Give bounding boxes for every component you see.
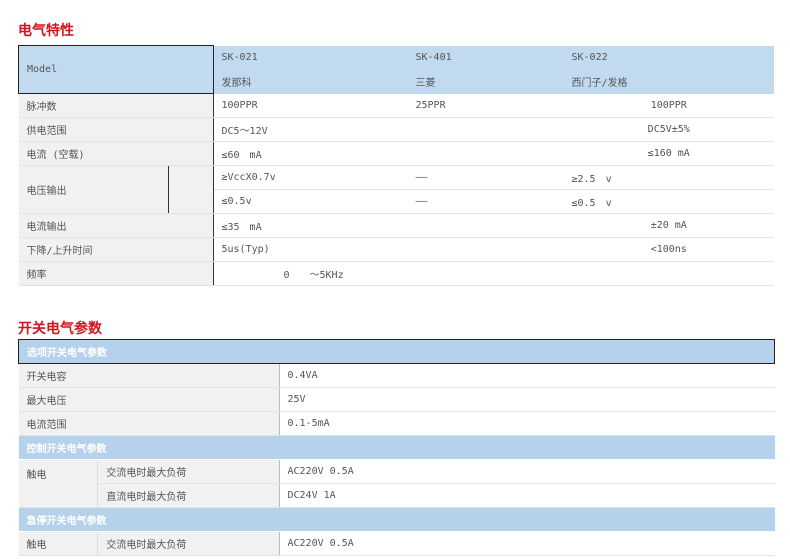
table-row: 电压输出 ≥VccX0.7v —— ≥2.5 v (18, 165, 774, 214)
cell-value: ±20 mA (563, 213, 774, 238)
table-row: 控制开关电气参数 (18, 435, 775, 460)
cell-value: ≥2.5 v (563, 165, 774, 190)
table-row: 开关电容 0.4VA (18, 363, 775, 388)
row-label: 触电 (18, 459, 99, 508)
model-code: SK-401 (407, 45, 564, 70)
cell-value: ≤0.5 v (563, 189, 774, 214)
electrical-spec-table: Model SK-021 SK-401 SK-022 发那科 三菱 西门子/发格… (18, 45, 774, 286)
cell-value: 100PPR (213, 93, 408, 118)
cell-value: 25V (279, 387, 775, 412)
cell-value: ≤60 mA (213, 141, 564, 166)
cell-value: ≥VccX0.7v (213, 165, 408, 190)
cell-value: DC24V 1A (279, 483, 775, 508)
row-label: 电流 (空载) (18, 141, 214, 166)
cell-value: —— (407, 189, 564, 214)
table-row: 下降/上升时间 5us(Typ) <100ns (18, 237, 774, 262)
section-header: 急停开关电气参数 (18, 507, 775, 532)
model-code: SK-022 (563, 45, 774, 70)
table-row: 频率 0 ～5KHz (18, 261, 774, 286)
table-row: 脉冲数 100PPR 25PPR 100PPR (18, 93, 774, 118)
row-label: 开关电容 (18, 363, 280, 388)
cell-value: <100ns (563, 237, 774, 262)
table-row: 直流电时最大负荷 DC24V 1A (19, 483, 775, 508)
cell-value: ≤35 mA (213, 213, 564, 238)
row-label: 交流电时最大负荷 (97, 531, 280, 556)
label-spacer (168, 165, 213, 213)
table-row: 电流输出 ≤35 mA ±20 mA (18, 213, 774, 238)
table-row: 急停开关电气参数 (18, 507, 775, 532)
row-label: 最大电压 (18, 387, 280, 412)
cell-value: DC5V±5% (563, 117, 774, 142)
cell-value: —— (407, 165, 564, 190)
cell-value: 0.4VA (279, 363, 775, 388)
cell-value: AC220V 0.5A (279, 531, 775, 556)
table-row: Model SK-021 SK-401 SK-022 (18, 45, 774, 94)
row-label: 电流范围 (18, 411, 280, 436)
row-label: 电流输出 (18, 213, 214, 238)
section-title-electrical: 电气特性 (18, 23, 74, 39)
row-label: 频率 (18, 261, 214, 286)
nested-label: 电压输出 (18, 165, 213, 213)
model-code: SK-021 (213, 45, 408, 70)
row-label: 交流电时最大负荷 (97, 459, 280, 484)
row-label: 脉冲数 (18, 93, 214, 118)
table-row: 电流 (空载) ≤60 mA ≤160 mA (18, 141, 774, 166)
cell-value: DC5～12V (213, 117, 564, 142)
section-header: 选项开关电气参数 (18, 339, 775, 364)
table-row: 触电 交流电时最大负荷 AC220V 0.5A (18, 531, 775, 556)
cell-value: 100PPR (563, 93, 774, 118)
cell-value: 0.1-5mA (279, 411, 775, 436)
row-label: 电压输出 (18, 165, 169, 213)
table-row: 供电范围 DC5～12V DC5V±5% (18, 117, 774, 142)
cell-value: 0 ～5KHz (213, 261, 774, 286)
table-row: 触电 交流电时最大负荷 AC220V 0.5A (18, 459, 775, 508)
model-header: Model (18, 45, 214, 94)
model-brand: 发那科 (213, 69, 408, 94)
section-header: 控制开关电气参数 (18, 435, 775, 460)
cell-value: AC220V 0.5A (279, 459, 775, 484)
table-row: 电流范围 0.1-5mA (18, 411, 775, 436)
cell-value: 5us(Typ) (213, 237, 564, 262)
model-brand: 三菱 (407, 69, 564, 94)
row-label: 直流电时最大负荷 (97, 483, 280, 508)
table-row: 选项开关电气参数 (18, 339, 775, 364)
table-row: 最大电压 25V (18, 387, 775, 412)
row-label: 下降/上升时间 (18, 237, 214, 262)
cell-value: ≤0.5v (213, 189, 408, 214)
row-label: 供电范围 (18, 117, 214, 142)
cell-value: 25PPR (407, 93, 564, 118)
row-label-group: 电压输出 (18, 165, 214, 214)
row-label: 触电 (18, 531, 99, 556)
section-title-switch: 开关电气参数 (18, 321, 102, 337)
cell-value: ≤160 mA (563, 141, 774, 166)
switch-params-table: 选项开关电气参数 开关电容 0.4VA 最大电压 25V 电流范围 0.1-5m… (18, 339, 775, 556)
model-brand: 西门子/发格 (563, 69, 774, 94)
